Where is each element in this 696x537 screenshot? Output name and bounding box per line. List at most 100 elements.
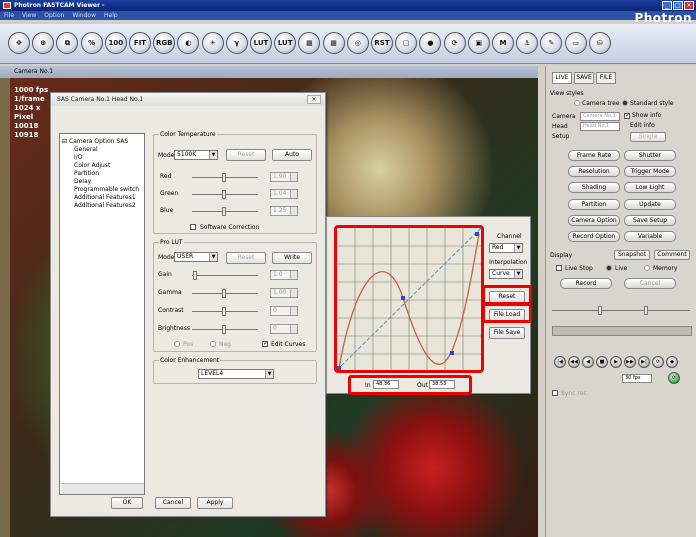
head-select[interactable]: Head No.1	[580, 122, 620, 131]
pro-lut-mode-select[interactable]: USER ▼	[174, 252, 218, 262]
pen-icon[interactable]: ✎	[540, 32, 563, 54]
tree-item-additional-features2[interactable]: Additional Features2	[74, 202, 136, 209]
cancel-button[interactable]: Cancel	[155, 497, 191, 509]
shading-button[interactable]: Shading	[568, 182, 620, 193]
brightness-icon[interactable]: ☀	[201, 32, 224, 54]
storage-icon[interactable]: ⛁	[588, 32, 611, 54]
contrast-value[interactable]: 0	[270, 306, 298, 316]
lut-reset-icon[interactable]: LUT	[274, 32, 297, 54]
sync-rec-checkbox[interactable]	[552, 390, 558, 396]
color-reset-icon[interactable]: ▦	[322, 32, 345, 54]
trigger-mode-button[interactable]: Trigger Mode	[624, 166, 676, 177]
tree-item-programmable-switch[interactable]: Programmable switch	[74, 186, 139, 193]
loop-icon[interactable]: ⟳	[652, 356, 664, 368]
play-icon[interactable]: ▶	[610, 356, 622, 368]
curve-file-save-button[interactable]: File Save	[489, 327, 525, 339]
single-button[interactable]: Single	[630, 132, 666, 142]
menu-file[interactable]: File	[4, 11, 14, 20]
color-temp-reset-button[interactable]: Reset	[226, 149, 266, 161]
tab-save[interactable]: SAVE	[574, 72, 594, 84]
blue-slider[interactable]	[192, 207, 258, 216]
live-radio[interactable]	[606, 265, 612, 271]
tree-item-general[interactable]: General	[74, 146, 98, 153]
tree-item-color-adjust[interactable]: Color Adjust	[74, 162, 110, 169]
channel-select[interactable]: Red ▼	[489, 243, 523, 253]
resolution-button[interactable]: Resolution	[568, 166, 620, 177]
first-frame-icon[interactable]: |◀	[554, 356, 566, 368]
gamma-slider[interactable]	[192, 289, 258, 298]
tree-item-delay[interactable]: Delay	[74, 178, 91, 185]
record-cancel-button[interactable]: Cancel	[624, 278, 676, 289]
pos-radio[interactable]	[174, 341, 180, 347]
partition-button[interactable]: Partition	[568, 199, 620, 210]
close-button[interactable]: ×	[684, 1, 694, 10]
snapshot-button[interactable]: Snapshot	[614, 250, 650, 260]
maximize-button[interactable]: □	[673, 1, 683, 10]
variable-button[interactable]: Variable	[624, 231, 676, 242]
color-enhancement-select[interactable]: LEVEL4 ▼	[198, 369, 274, 379]
tree-item-additional-features1[interactable]: Additional Features1	[74, 194, 136, 201]
contrast-icon[interactable]: ◐	[177, 32, 200, 54]
green-slider[interactable]	[192, 190, 258, 199]
multi-camera-icon[interactable]: ▣	[467, 32, 490, 54]
zoom-100-icon[interactable]: 100	[104, 32, 127, 54]
gain-slider[interactable]	[192, 271, 258, 280]
next-frame-icon[interactable]: ▶▶	[624, 356, 636, 368]
gamma-value[interactable]: 1.00	[270, 288, 298, 298]
blue-value[interactable]: 1.25	[270, 206, 298, 216]
lut-icon[interactable]: LUT	[250, 32, 272, 54]
percent-icon[interactable]: %	[80, 32, 103, 54]
multi-lock-icon[interactable]: M	[492, 32, 514, 54]
camera-select[interactable]: Camera No.1	[580, 112, 620, 121]
ok-button[interactable]: OK	[111, 497, 143, 509]
zoom-icon[interactable]: ⊕	[32, 32, 55, 54]
red-value[interactable]: 1.90	[270, 172, 298, 182]
standard-style-radio[interactable]	[622, 100, 628, 106]
comment-button[interactable]: Comment	[654, 250, 690, 260]
hook-icon[interactable]: ⚓	[516, 32, 539, 54]
playback-slider[interactable]	[552, 306, 690, 315]
tab-file[interactable]: FILE	[596, 72, 616, 84]
tab-live[interactable]: LIVE	[552, 72, 572, 84]
apply-button[interactable]: Apply	[197, 497, 233, 509]
refresh-icon[interactable]: ⟳	[443, 32, 466, 54]
brightness-value[interactable]: 0	[270, 324, 298, 334]
brightness-slider[interactable]	[192, 325, 258, 334]
memory-radio[interactable]	[644, 265, 650, 271]
fps-select[interactable]: 30 fps	[622, 374, 652, 383]
gain-value[interactable]: 1.0	[270, 270, 298, 280]
frame-rate-button[interactable]: Frame Rate	[568, 150, 620, 161]
fit-icon[interactable]: FIT	[129, 32, 151, 54]
record-option-button[interactable]: Record Option	[568, 231, 620, 242]
screen-icon[interactable]: ▭	[564, 32, 587, 54]
rgb-icon[interactable]: RGB	[153, 32, 176, 54]
shutter-button[interactable]: Shutter	[624, 150, 676, 161]
prev-frame-icon[interactable]: ◀◀	[568, 356, 580, 368]
update-button[interactable]: Update	[624, 199, 676, 210]
color-temp-auto-button[interactable]: Auto	[272, 149, 312, 161]
neg-radio[interactable]	[210, 341, 216, 347]
menu-option[interactable]: Option	[44, 11, 64, 20]
show-info-checkbox[interactable]: ✓	[624, 113, 630, 119]
curve-svg[interactable]	[336, 227, 482, 371]
low-light-button[interactable]: Low Light	[624, 182, 676, 193]
tree-root[interactable]: ⊟ Camera Option SAS	[62, 138, 128, 145]
record-icon[interactable]: ●	[419, 32, 442, 54]
stop-icon[interactable]: ■	[596, 356, 608, 368]
mark-icon[interactable]: ◆	[666, 356, 678, 368]
last-frame-icon[interactable]: ▶|	[638, 356, 650, 368]
edit-info-button[interactable]: Edit info	[630, 122, 655, 129]
contrast-slider[interactable]	[192, 307, 258, 316]
pro-lut-write-button[interactable]: Write	[272, 252, 312, 264]
crop-icon[interactable]: ⧉	[56, 32, 79, 54]
tree-scrollbar[interactable]	[61, 483, 144, 494]
live-stop-checkbox[interactable]	[556, 265, 562, 271]
window-icon[interactable]: ▢	[395, 32, 418, 54]
rgb-circle-icon[interactable]: ◎	[346, 32, 369, 54]
pro-lut-reset-button[interactable]: Reset	[226, 252, 266, 264]
menu-help[interactable]: Help	[104, 11, 118, 20]
edit-curves-checkbox[interactable]: ✓	[262, 341, 268, 347]
curve-graph[interactable]	[334, 225, 484, 373]
camera-tree-radio[interactable]	[574, 100, 580, 106]
camera-option-button[interactable]: Camera Option	[568, 215, 620, 226]
